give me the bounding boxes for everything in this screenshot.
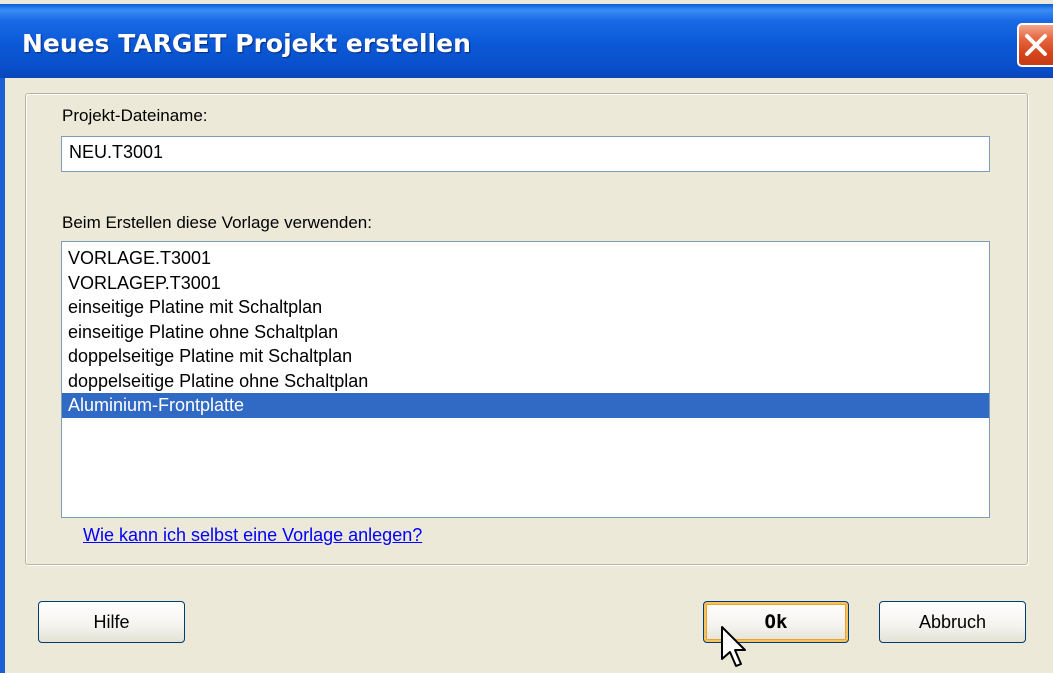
list-item[interactable]: VORLAGE.T3001 [62, 246, 989, 271]
cancel-button[interactable]: Abbruch [879, 601, 1026, 643]
help-button[interactable]: Hilfe [38, 601, 185, 643]
template-listbox[interactable]: VORLAGE.T3001 VORLAGEP.T3001 einseitige … [61, 241, 990, 518]
filename-label: Projekt-Dateiname: [62, 106, 208, 125]
list-item[interactable]: doppelseitige Platine mit Schaltplan [62, 344, 989, 369]
template-help-link[interactable]: Wie kann ich selbst eine Vorlage anlegen… [83, 525, 422, 546]
window-title: Neues TARGET Projekt erstellen [22, 29, 471, 58]
close-button[interactable] [1017, 23, 1053, 67]
list-item[interactable]: VORLAGEP.T3001 [62, 271, 989, 296]
dialog-window: Neues TARGET Projekt erstellen Projekt-D… [0, 0, 1053, 673]
title-bar[interactable]: Neues TARGET Projekt erstellen [0, 4, 1053, 78]
template-label: Beim Erstellen diese Vorlage verwenden: [62, 213, 372, 232]
list-item[interactable]: doppelseitige Platine ohne Schaltplan [62, 369, 989, 394]
window-frame-left [0, 78, 5, 673]
filename-input[interactable]: NEU.T3001 [61, 136, 990, 172]
close-icon [1025, 34, 1047, 56]
list-item[interactable]: einseitige Platine mit Schaltplan [62, 295, 989, 320]
list-item-selected[interactable]: Aluminium-Frontplatte [62, 393, 989, 418]
mouse-cursor-icon [721, 626, 746, 667]
list-item[interactable]: einseitige Platine ohne Schaltplan [62, 320, 989, 345]
